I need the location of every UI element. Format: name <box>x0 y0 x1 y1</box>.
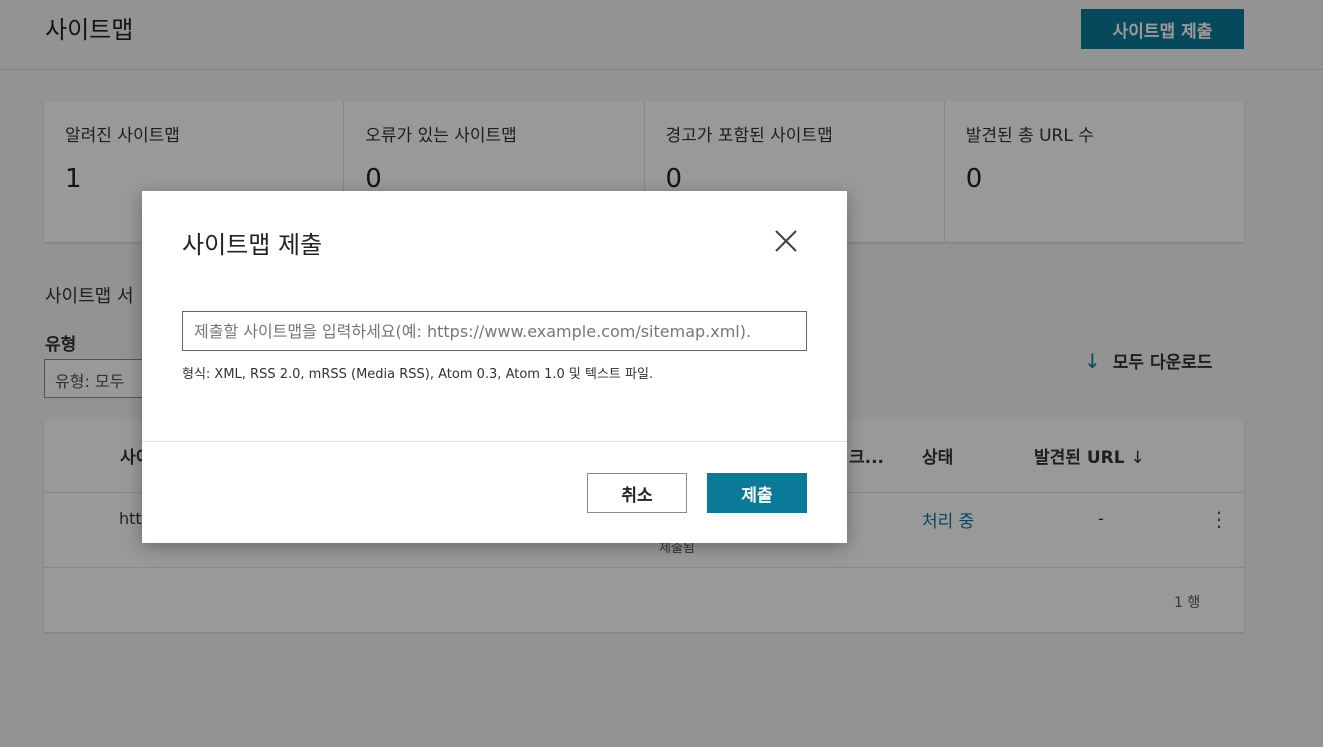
close-icon[interactable] <box>774 229 798 253</box>
dialog-title: 사이트맵 제출 <box>182 231 323 259</box>
sitemap-url-input[interactable] <box>182 311 807 351</box>
submit-button[interactable]: 제출 <box>707 473 807 513</box>
submit-sitemap-dialog: 사이트맵 제출 형식: XML, RSS 2.0, mRSS (Media RS… <box>142 191 847 543</box>
format-hint: 형식: XML, RSS 2.0, mRSS (Media RSS), Atom… <box>182 367 654 382</box>
cancel-button[interactable]: 취소 <box>587 473 687 513</box>
dialog-divider <box>142 441 847 442</box>
